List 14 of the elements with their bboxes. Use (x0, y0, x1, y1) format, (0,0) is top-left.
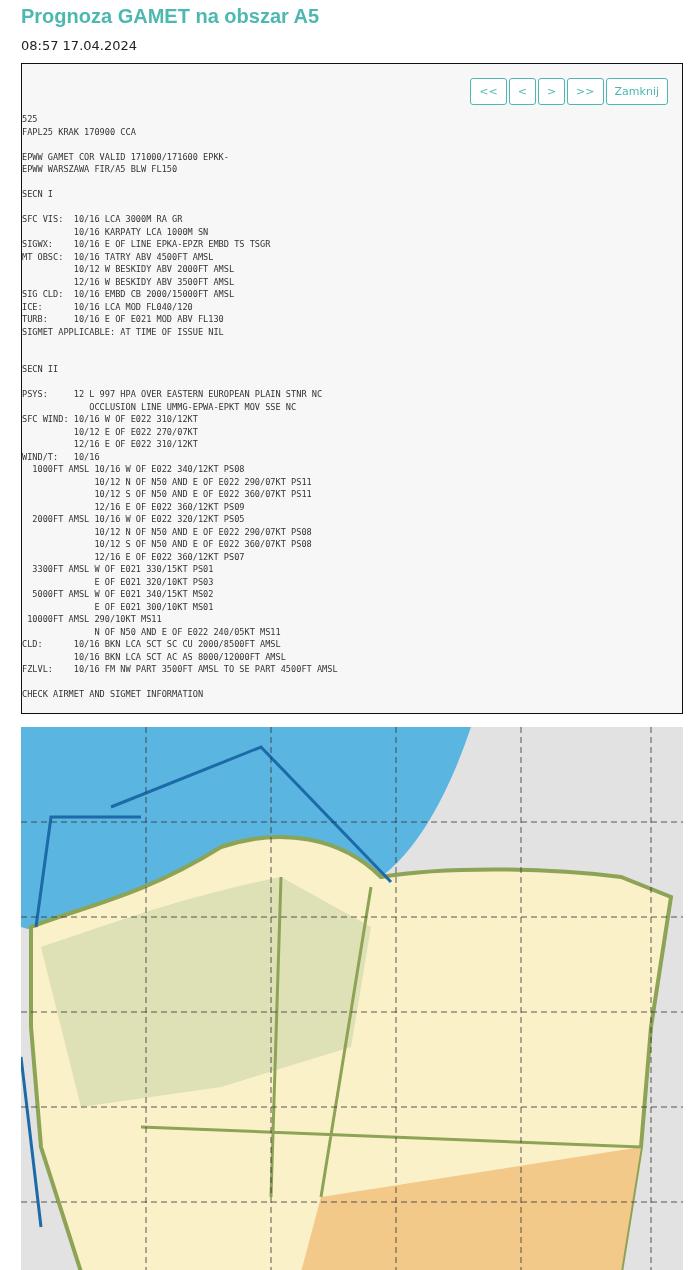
bulletin-text: SFC VIS: 10/16 LCA 3000M RA GR 10/16 KARPATY LCA 1000M SN SIGWX: 10/16 E OF LINE EPKA-EPZR EMBD TS TSGR MT OBSC: 10/16 TATRY ABV 4500FT AMSL 10/12 W BESKIDY ABV 2000FT AMSL 12/16 W BESKIDY ABV 3500FT AMSL SIG CLD: 10/16 EMBD CB 2000/15000FT AMSL ICE: 10/16 LCA MOD FL040/120 TURB: 10/16 E OF E021 MOD ABV FL130 SIGMET APPLICABLE: AT TIME OF ISSUE NIL (22, 213, 272, 338)
bulletin-text: SECN I (22, 188, 55, 201)
bulletin-text: SECN II (22, 363, 60, 376)
nav-button[interactable]: < (508, 78, 536, 105)
nav-button[interactable]: >> (567, 78, 604, 105)
nav-button[interactable]: > (537, 78, 566, 105)
bulletin-text: 525 FAPL25 KRAK 170900 CCA (22, 113, 137, 138)
timestamp: 08:57 17.04.2024 (21, 38, 139, 54)
bulletin-text: PSYS: 12 L 997 HPA OVER EASTERN EUROPEAN PLAIN STNR NC OCCLUSION LINE UMMG-EPWA-EPKT MOV SSE NC SFC WIND: 10/16 W OF E022 310/12KT 10/12 E OF E022 270/07KT 12/16 E OF E022 310/12KT WIND/T: 10/16 1000FT AMSL 10/16 W OF E022 340/12KT PS08 10/12 N OF N50 AND E OF E022 290/07KT PS11 10/12 S OF N50 AND E OF E022 360/07KT PS11 12/16 E OF E022 360/12KT PS09 2000FT AMSL 10/16 W OF E022 320/12KT PS05 10/12 N OF N50 AND E OF E022 290/07KT PS08 10/12 S OF N50 AND E OF E022 360/07KT PS08 12/16 E OF E022 360/12KT PS07 3300FT AMSL W OF E021 330/15KT PS01 E OF E021 320/10KT PS03 5000FT AMSL W OF E021 340/15KT MS02 E OF E021 300/10KT MS01 10000FT AMSL 290/10KT MS11 N OF N50 AND E OF E022 240/05KT MS11 CLD: 10/16 BKN LCA SCT SC CU 2000/8500FT AMSL 10/16 BKN LCA SCT AC AS 8000/12000FT AMSL FZLVL: 10/16 FM NW PART 3500FT AMSL TO SE PART 4500FT AMSL (22, 388, 339, 676)
page-title: Prognoza GAMET na obszar A5 (21, 4, 321, 28)
bulletin-text: EPWW GAMET COR VALID 171000/171600 EPKK- EPWW WARSZAWA FIR/A5 BLW FL150 (22, 150, 230, 176)
bulletin-text: CHECK AIRMET AND SIGMET INFORMATION (22, 688, 205, 701)
nav-button[interactable]: Zamknij (605, 78, 668, 105)
nav-button[interactable]: << (470, 78, 507, 105)
